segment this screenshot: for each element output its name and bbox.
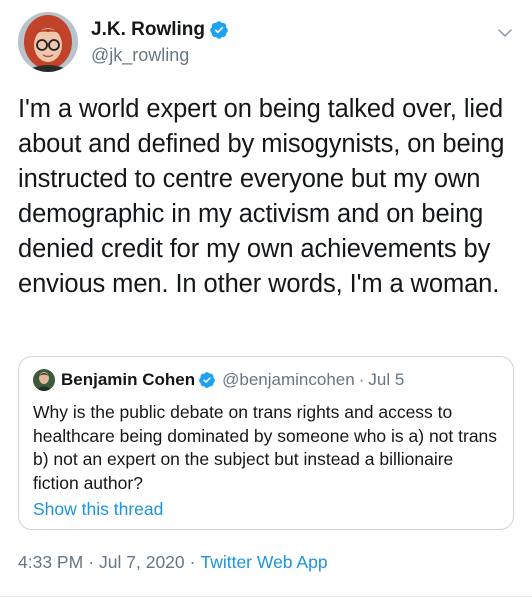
source-app-link[interactable]: Twitter Web App <box>200 552 327 572</box>
tweet-header: J.K. Rowling @jk_rowling <box>18 12 518 76</box>
author-display-name[interactable]: J.K. Rowling <box>91 19 205 41</box>
author-handle[interactable]: @jk_rowling <box>91 45 229 66</box>
show-thread-link[interactable]: Show this thread <box>33 499 163 520</box>
quoted-separator: · <box>358 370 365 389</box>
quoted-tweet-date[interactable]: Jul 5 <box>368 370 404 390</box>
verified-badge-icon <box>210 21 228 39</box>
author-names: J.K. Rowling @jk_rowling <box>91 19 229 66</box>
tweet-metadata: 4:33 PM · Jul 7, 2020 · Twitter Web App <box>18 552 328 573</box>
meta-separator: · <box>88 552 95 572</box>
author-avatar[interactable] <box>18 12 78 72</box>
meta-separator: · <box>189 552 196 572</box>
tweet-text: I'm a world expert on being talked over,… <box>18 95 505 298</box>
tweet-date[interactable]: Jul 7, 2020 <box>99 552 185 572</box>
quoted-tweet[interactable]: Benjamin Cohen @benjamincohen · Jul 5 Why … <box>18 356 514 530</box>
quoted-tweet-text: Why is the public debate on trans rights… <box>33 402 498 493</box>
divider <box>0 596 532 597</box>
quoted-author-name[interactable]: Benjamin Cohen <box>61 370 195 390</box>
chevron-down-icon[interactable] <box>496 24 514 42</box>
tweet-time[interactable]: 4:33 PM <box>18 552 83 572</box>
quoted-author-avatar <box>33 369 55 391</box>
quoted-tweet-header: Benjamin Cohen @benjamincohen · Jul 5 <box>33 369 404 395</box>
verified-badge-icon <box>199 372 215 388</box>
quoted-author-handle[interactable]: @benjamincohen <box>222 370 355 390</box>
